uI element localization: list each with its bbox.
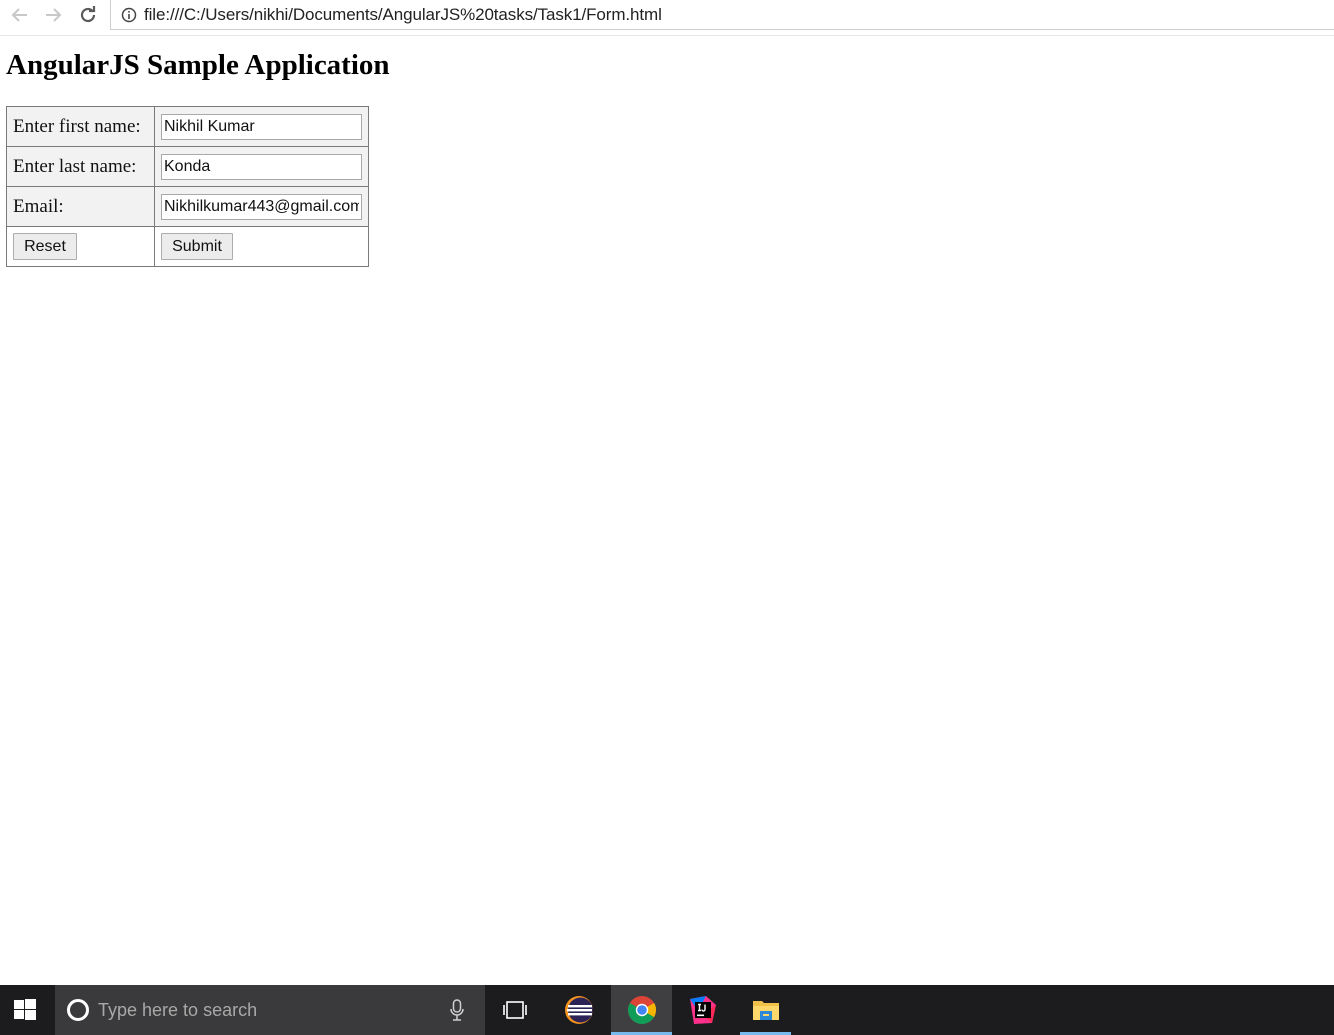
taskbar-search-box[interactable]: Type here to search	[55, 985, 485, 1035]
arrow-left-icon	[11, 8, 27, 22]
eclipse-icon	[565, 996, 593, 1024]
first-name-input[interactable]	[161, 113, 362, 140]
actions-row: Reset Submit	[6, 226, 369, 267]
last-name-input[interactable]	[161, 153, 362, 180]
submit-cell: Submit	[154, 226, 369, 267]
address-bar[interactable]: file:///C:/Users/nikhi/Documents/Angular…	[110, 0, 1334, 30]
windows-start-icon	[14, 999, 36, 1020]
last-name-cell	[154, 146, 369, 187]
page-content: AngularJS Sample Application	[6, 36, 390, 82]
first-name-cell	[154, 106, 369, 147]
reload-button[interactable]	[73, 0, 103, 30]
info-icon[interactable]	[120, 6, 138, 24]
browser-toolbar: file:///C:/Users/nikhi/Documents/Angular…	[0, 0, 1334, 30]
url-text: file:///C:/Users/nikhi/Documents/Angular…	[144, 4, 662, 24]
forward-button[interactable]	[38, 0, 68, 30]
email-label: Email:	[6, 186, 155, 227]
email-input[interactable]	[161, 193, 362, 220]
windows-taskbar: Type here to search	[0, 985, 1334, 1035]
chrome-icon	[627, 996, 656, 1024]
back-button[interactable]	[5, 0, 35, 30]
microphone-icon[interactable]	[450, 999, 464, 1021]
eclipse-app-button[interactable]	[554, 985, 604, 1035]
cortana-icon	[67, 999, 89, 1021]
last-name-label: Enter last name:	[6, 146, 155, 187]
chrome-app-button[interactable]	[611, 985, 672, 1035]
last-name-row: Enter last name:	[6, 146, 369, 187]
intellij-app-button[interactable]	[678, 985, 728, 1035]
file-explorer-app-button[interactable]	[740, 985, 791, 1035]
submit-button[interactable]: Submit	[161, 233, 233, 260]
arrow-right-icon	[46, 8, 62, 22]
reset-button[interactable]: Reset	[13, 233, 77, 260]
page-title: AngularJS Sample Application	[6, 49, 390, 81]
form-table: Enter first name: Enter last name: Email…	[6, 106, 369, 267]
email-cell	[154, 186, 369, 227]
start-button[interactable]	[0, 985, 50, 1035]
task-view-icon	[503, 1001, 527, 1019]
email-row: Email:	[6, 186, 369, 227]
search-placeholder: Type here to search	[98, 999, 258, 1020]
reset-cell: Reset	[6, 226, 155, 267]
task-view-button[interactable]	[490, 985, 540, 1035]
intellij-icon	[690, 996, 716, 1024]
first-name-row: Enter first name:	[6, 106, 369, 147]
file-explorer-icon	[752, 1001, 779, 1020]
first-name-label: Enter first name:	[6, 106, 155, 147]
reload-icon	[80, 6, 96, 23]
